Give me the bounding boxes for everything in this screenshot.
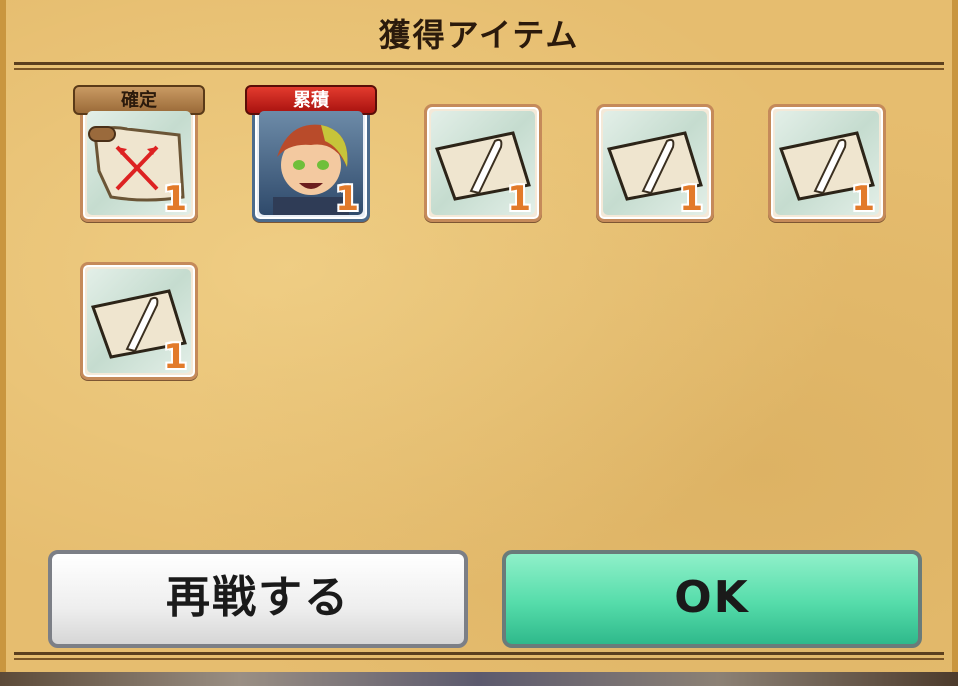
item-count: 1 (679, 179, 703, 215)
item-count: 1 (163, 179, 187, 215)
divider (14, 652, 944, 655)
reward-panel: 獲得アイテム 確定 1 累積 1 1 1 1 1 再戦する OK (0, 0, 958, 672)
item-card[interactable]: 1 (424, 104, 542, 222)
item-card[interactable]: 確定 1 (73, 85, 205, 222)
divider (14, 68, 944, 70)
item-card[interactable]: 1 (80, 262, 198, 380)
item-count: 1 (163, 337, 187, 373)
panel-title: 獲得アイテム (378, 16, 580, 54)
rematch-button[interactable]: 再戦する (48, 550, 468, 648)
item-card[interactable]: 1 (768, 104, 886, 222)
item-card[interactable]: 累積 1 (245, 85, 377, 222)
item-card[interactable]: 1 (596, 104, 714, 222)
background-strip (0, 672, 958, 686)
item-count: 1 (851, 179, 875, 215)
divider (14, 62, 944, 65)
ok-button[interactable]: OK (502, 550, 922, 648)
item-count: 1 (335, 179, 359, 215)
item-count: 1 (507, 179, 531, 215)
divider (14, 658, 944, 660)
